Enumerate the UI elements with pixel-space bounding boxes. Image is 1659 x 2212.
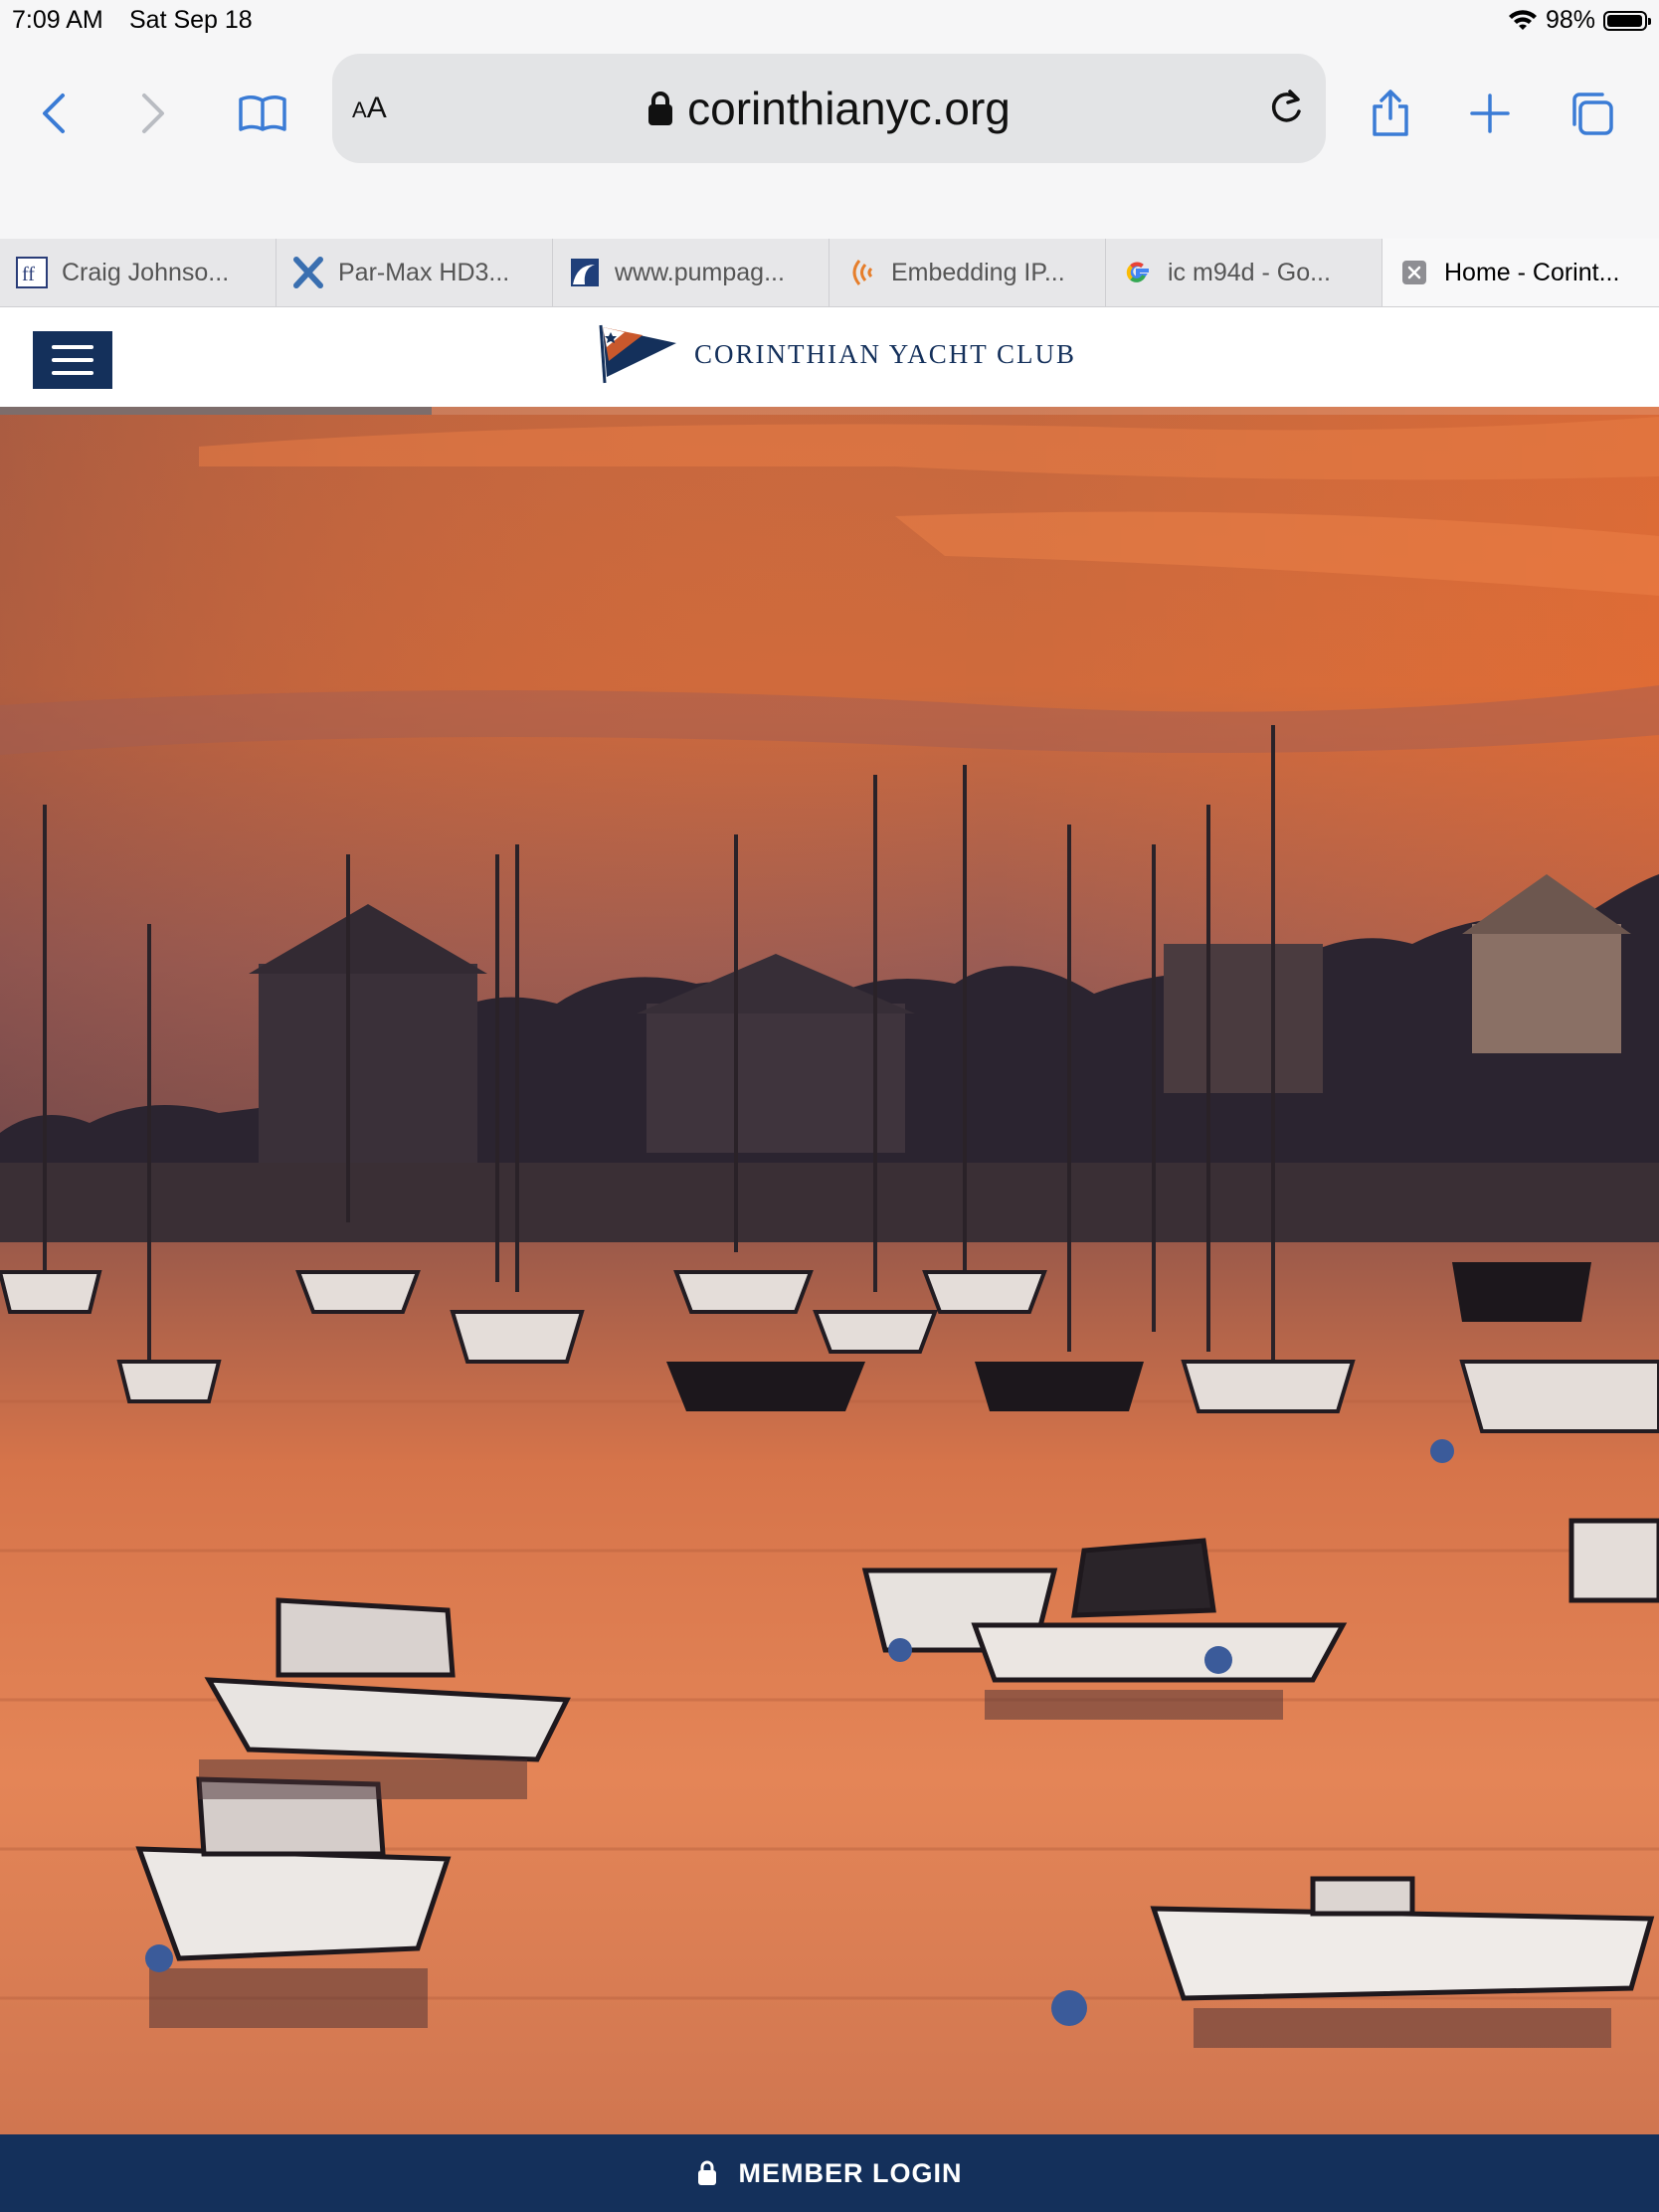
hamburger-line: [52, 345, 93, 349]
status-date: Sat Sep 18: [129, 6, 253, 34]
wifi-icon: [1508, 9, 1537, 30]
url-text: corinthianyc.org: [687, 83, 1011, 134]
tab-title: ic m94d - Go...: [1168, 258, 1331, 286]
new-tab-button[interactable]: [1460, 84, 1520, 143]
book-icon: [239, 95, 286, 131]
tab-pumpag[interactable]: www.pumpag...: [553, 239, 830, 306]
reload-icon[interactable]: [1266, 88, 1306, 127]
tab-par-max[interactable]: Par-Max HD3...: [276, 239, 553, 306]
tab-corinthian-home[interactable]: Home - Corint...: [1382, 239, 1659, 306]
status-right: 98%: [1508, 6, 1651, 35]
back-button[interactable]: [24, 84, 84, 143]
wave-icon: [569, 257, 601, 288]
hero-image: [0, 407, 1659, 2134]
tab-title: Embedding IP...: [891, 258, 1065, 286]
share-button[interactable]: [1361, 84, 1420, 143]
tab-craig-johnson[interactable]: ff Craig Johnso...: [0, 239, 276, 306]
lock-icon: [697, 2160, 716, 2185]
menu-button[interactable]: [33, 331, 112, 389]
tab-title: Home - Corint...: [1444, 258, 1620, 286]
svg-text:ff: ff: [22, 264, 35, 285]
status-bar: 7:09 AM Sat Sep 18 98%: [0, 0, 1659, 44]
share-icon: [1373, 90, 1408, 136]
chevron-left-icon: [43, 93, 65, 133]
tab-title: Par-Max HD3...: [338, 258, 510, 286]
harbor-sunset-photo: [0, 407, 1659, 2134]
tab-google-search[interactable]: ic m94d - Go...: [1106, 239, 1382, 306]
member-login-label: MEMBER LOGIN: [738, 2157, 963, 2188]
lock-icon: [648, 92, 673, 125]
tab-embedding-ip[interactable]: Embedding IP...: [830, 239, 1106, 306]
chevron-right-icon: [142, 93, 164, 133]
status-time: 7:09 AM: [12, 6, 103, 34]
site-header: CORINTHIAN YACHT CLUB: [0, 307, 1659, 407]
google-icon: [1122, 257, 1154, 288]
tabs-overview-button[interactable]: [1562, 84, 1621, 143]
battery-percent: 98%: [1545, 6, 1595, 34]
close-icon[interactable]: [1398, 257, 1430, 288]
url-display[interactable]: corinthianyc.org: [332, 82, 1326, 135]
hamburger-line: [52, 371, 93, 375]
tab-title: www.pumpag...: [615, 258, 785, 286]
browser-toolbar: AA corinthianyc.org: [0, 44, 1659, 239]
logo-text: CORINTHIAN YACHT CLUB: [694, 338, 1077, 369]
hero-slide-progress: [0, 407, 1659, 415]
signal-icon: [845, 257, 877, 288]
tab-title: Craig Johnso...: [62, 258, 230, 286]
member-login-button[interactable]: MEMBER LOGIN: [0, 2134, 1659, 2212]
tabs-icon: [1572, 92, 1613, 135]
x-icon: [292, 257, 324, 288]
forward-button[interactable]: [123, 84, 183, 143]
site-logo[interactable]: CORINTHIAN YACHT CLUB: [597, 321, 1076, 387]
address-bar[interactable]: AA corinthianyc.org: [332, 54, 1326, 163]
battery-icon: [1603, 10, 1651, 31]
hamburger-line: [52, 358, 93, 362]
ff-icon: ff: [16, 257, 48, 288]
plus-icon: [1470, 93, 1510, 133]
burgee-flag-icon: [599, 324, 676, 384]
bookmarks-button[interactable]: [233, 84, 292, 143]
tab-strip: ff Craig Johnso... Par-Max HD3... www.pu…: [0, 239, 1659, 307]
